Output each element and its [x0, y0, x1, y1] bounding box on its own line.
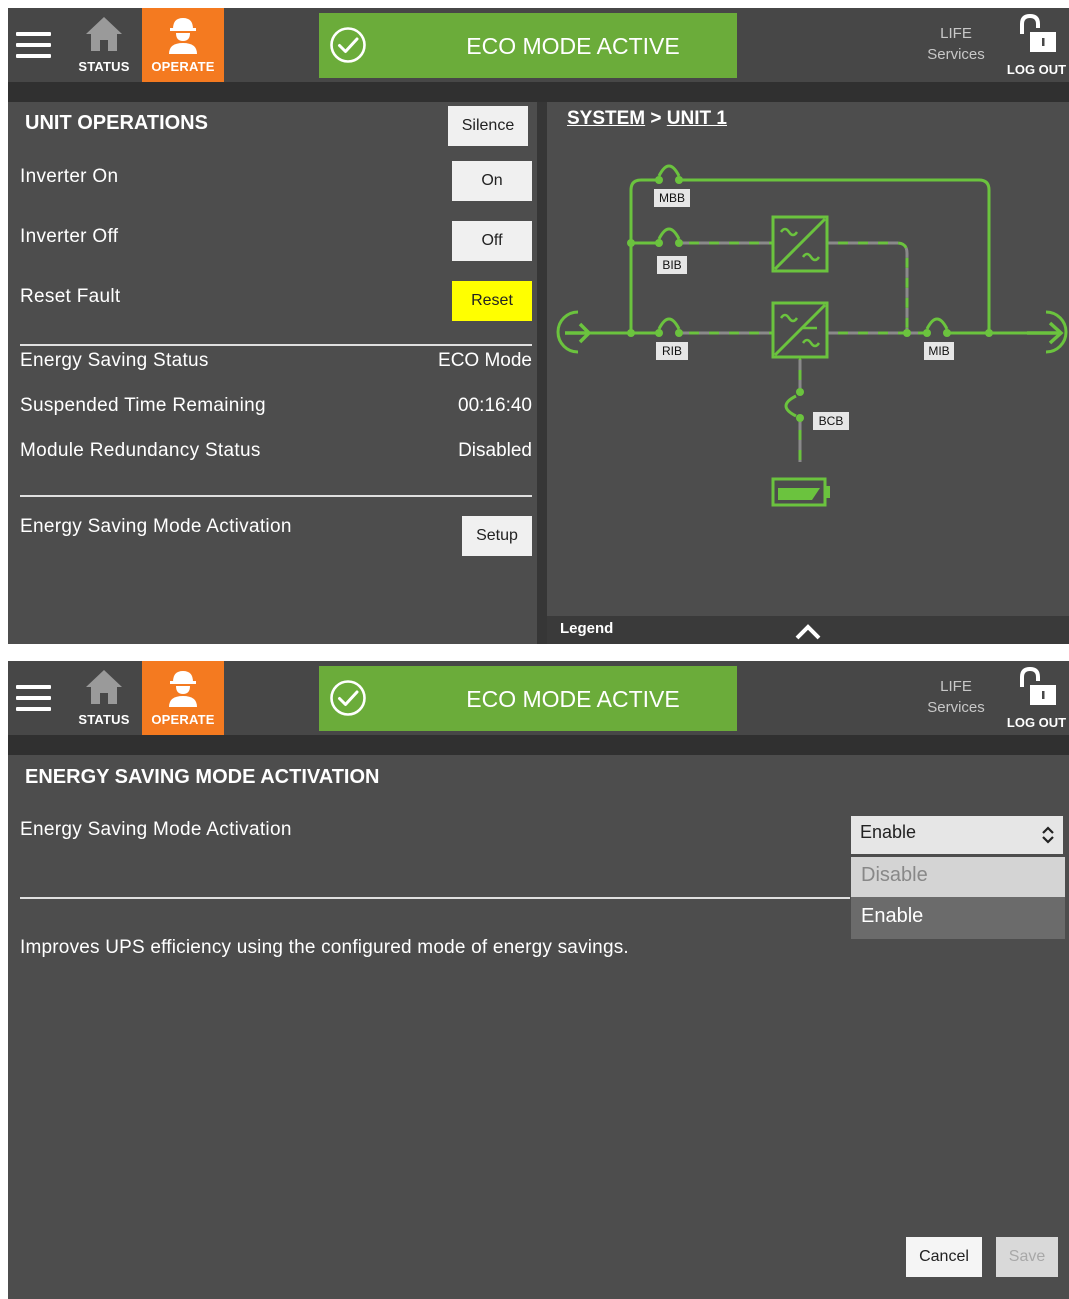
page-title: ENERGY SAVING MODE ACTIVATION	[25, 766, 380, 788]
banner-text: ECO MODE ACTIVE	[466, 686, 680, 712]
option-enable[interactable]: Enable	[851, 898, 1065, 938]
rib-label: RIB	[662, 344, 682, 358]
bcb-breaker-icon	[784, 394, 797, 418]
maintenance-bypass-line-right	[677, 178, 991, 335]
unit-operations-screen: STATUS OPERATE ECO MODE ACTIVE LIFE Serv…	[8, 8, 1069, 644]
breadcrumb-unit[interactable]: UNIT 1	[667, 108, 727, 129]
suspended-time-label: Suspended Time Remaining	[20, 395, 266, 416]
eco-mode-banner: ECO MODE ACTIVE	[319, 13, 737, 78]
legend-bar[interactable]: Legend	[547, 616, 1069, 644]
home-icon	[86, 670, 122, 704]
nav-label-status: STATUS	[78, 59, 130, 74]
activation-field-label: Energy Saving Mode Activation	[20, 819, 292, 840]
logout-button[interactable]: LOG OUT	[1004, 665, 1069, 733]
option-disable-label: Disable	[861, 864, 928, 886]
reset-fault-button[interactable]: Reset	[452, 281, 532, 321]
top-bar: STATUS OPERATE ECO MODE ACTIVE LIFE Serv…	[8, 8, 1069, 96]
mbb-label: MBB	[659, 191, 685, 205]
services-label: Services	[927, 46, 985, 63]
life-label: LIFE	[940, 678, 972, 695]
logout-label: LOG OUT	[1006, 62, 1067, 77]
input-arrow-icon	[556, 310, 592, 354]
mib-label: MIB	[928, 344, 949, 358]
breadcrumb-system[interactable]: SYSTEM	[567, 108, 645, 129]
reset-fault-label: Reset Fault	[20, 286, 121, 307]
inverter-off-label: Inverter Off	[20, 226, 119, 247]
banner-text: ECO MODE ACTIVE	[466, 33, 680, 59]
eco-mode-banner: ECO MODE ACTIVE	[319, 666, 737, 731]
nav-tab-status[interactable]: STATUS	[68, 8, 140, 82]
nav-tab-operate[interactable]: OPERATE	[142, 661, 224, 749]
check-circle-icon	[330, 27, 366, 63]
header-stripe	[8, 82, 1069, 102]
panel-title: UNIT OPERATIONS	[25, 112, 208, 134]
activation-select[interactable]: Enable	[851, 816, 1063, 854]
home-icon	[86, 17, 122, 51]
output-arrow-icon	[1027, 310, 1068, 354]
silence-button[interactable]: Silence	[448, 106, 528, 146]
one-line-diagram: MBB BIB RIB MIB BCB	[556, 164, 1068, 507]
description-text: Improves UPS efficiency using the config…	[20, 937, 629, 958]
worker-icon	[169, 671, 197, 707]
life-label: LIFE	[940, 25, 972, 42]
save-button[interactable]: Save	[996, 1237, 1058, 1277]
energy-saving-status-label: Energy Saving Status	[20, 350, 209, 371]
module-redundancy-value: Disabled	[458, 440, 532, 461]
check-circle-icon	[330, 680, 366, 716]
worker-icon	[169, 18, 197, 54]
option-enable-label: Enable	[861, 905, 924, 927]
rib-breaker-icon	[657, 317, 681, 330]
activation-dropdown: Disable Enable	[851, 857, 1065, 939]
system-diagram-panel: SYSTEM > UNIT 1 MBB BIB RIB MIB BCB Lege…	[547, 102, 1069, 644]
static-switch-dashed	[828, 241, 909, 333]
nav-label-operate: OPERATE	[151, 59, 215, 74]
energy-saving-status-value: ECO Mode	[438, 350, 532, 371]
inverter-on-label: Inverter On	[20, 166, 119, 187]
suspended-time-value: 00:16:40	[458, 395, 532, 416]
bib-label: BIB	[662, 258, 681, 272]
activation-label: Energy Saving Mode Activation	[20, 516, 292, 537]
sort-arrows-icon	[1042, 826, 1054, 844]
services-label: Services	[927, 699, 985, 716]
bib-breaker-icon	[657, 227, 681, 240]
divider	[20, 495, 532, 497]
menu-icon[interactable]	[16, 685, 51, 713]
logout-label: LOG OUT	[1006, 715, 1067, 730]
select-value: Enable	[860, 822, 917, 842]
breadcrumb: SYSTEM > UNIT 1	[567, 108, 727, 130]
chevron-up-icon[interactable]	[795, 624, 821, 640]
life-services[interactable]: LIFE Services	[916, 23, 996, 65]
divider	[20, 897, 850, 899]
rectifier-inverter-icon	[771, 301, 829, 359]
nav-tab-status[interactable]: STATUS	[68, 661, 140, 735]
top-bar: STATUS OPERATE ECO MODE ACTIVE LIFE Serv…	[8, 661, 1069, 749]
cancel-button[interactable]: Cancel	[906, 1237, 982, 1277]
menu-icon[interactable]	[16, 32, 51, 60]
battery-icon	[771, 477, 830, 507]
mib-breaker-icon	[925, 317, 949, 330]
nav-label-status: STATUS	[78, 712, 130, 727]
inverter-on-button[interactable]: On	[452, 161, 532, 201]
setup-button[interactable]: Setup	[462, 516, 532, 556]
logout-button[interactable]: LOG OUT	[1004, 12, 1069, 80]
energy-saving-activation-screen: STATUS OPERATE ECO MODE ACTIVE LIFE Serv…	[8, 661, 1069, 1299]
mbb-breaker-icon	[657, 164, 681, 177]
inverter-off-button[interactable]: Off	[452, 221, 532, 261]
divider	[20, 344, 532, 346]
unlock-icon	[1020, 667, 1056, 705]
module-redundancy-label: Module Redundancy Status	[20, 440, 261, 461]
unit-operations-panel: UNIT OPERATIONS Silence Inverter On On I…	[8, 102, 537, 644]
unlock-icon	[1020, 14, 1056, 52]
breadcrumb-separator: >	[650, 108, 662, 129]
static-switch-icon	[771, 215, 829, 273]
nav-label-operate: OPERATE	[151, 712, 215, 727]
option-disable[interactable]: Disable	[851, 857, 1065, 897]
legend-label: Legend	[560, 620, 614, 637]
bcb-label: BCB	[819, 414, 844, 428]
life-services[interactable]: LIFE Services	[916, 676, 996, 718]
static-switch-green	[828, 241, 909, 333]
header-stripe	[8, 735, 1069, 755]
nav-tab-operate[interactable]: OPERATE	[142, 8, 224, 96]
panel-divider	[537, 102, 547, 644]
